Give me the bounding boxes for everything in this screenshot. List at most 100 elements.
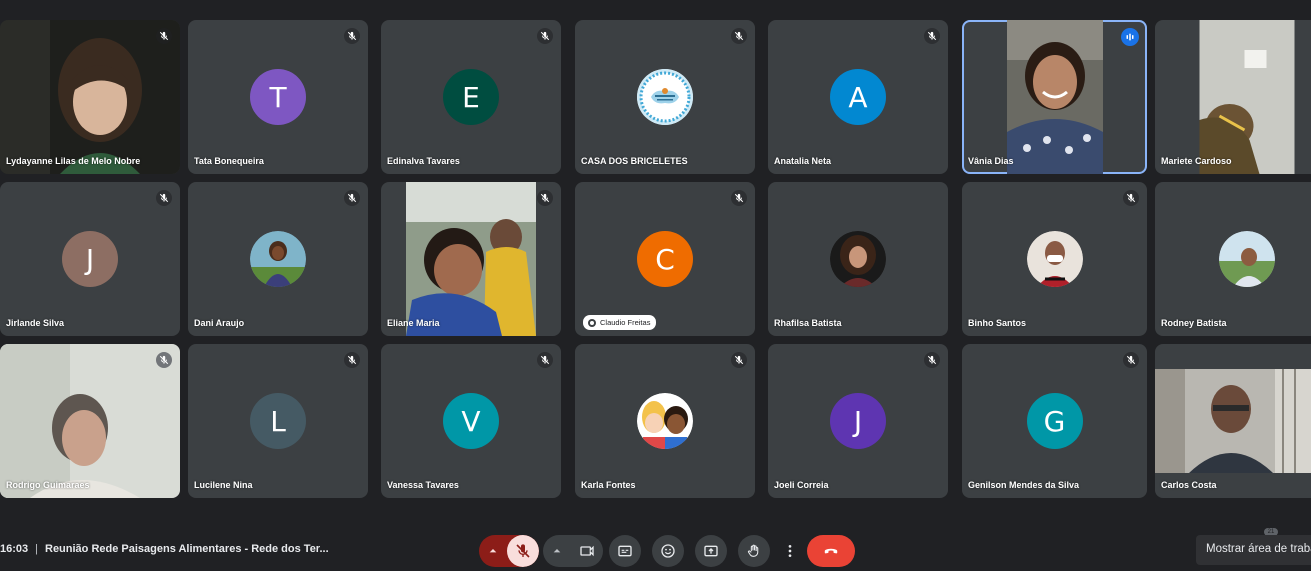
participant-name: Rodrigo Guimaraes <box>6 480 90 490</box>
participant-avatar: L <box>250 393 306 449</box>
meeting-details: 16:03 | Reunião Rede Paisagens Alimentares… <box>0 543 329 555</box>
brand-logo <box>637 69 693 125</box>
participant-name: Mariete Cardoso <box>1161 156 1232 166</box>
participant-tile[interactable]: G Genilson Mendes da Silva <box>962 344 1147 498</box>
participant-tile[interactable]: Rodney Batista <box>1155 182 1311 336</box>
participant-avatar: J <box>62 231 118 287</box>
participant-tile[interactable]: Carlos Costa <box>1155 344 1311 498</box>
participant-name: Binho Santos <box>968 318 1026 328</box>
participant-name: Lucilene Nina <box>194 480 253 490</box>
participant-tile[interactable]: V Vanessa Tavares <box>381 344 561 498</box>
participant-tile[interactable]: C Claudio Freitas <box>575 182 755 336</box>
participant-name: Anatalia Neta <box>774 156 832 166</box>
participant-tile[interactable]: A Anatalia Neta <box>768 20 948 174</box>
more-options-button[interactable] <box>778 535 802 567</box>
participant-avatar: V <box>443 393 499 449</box>
participant-photo <box>637 393 693 449</box>
camera-control <box>543 535 603 567</box>
participant-tile[interactable]: T Tata Bonequeira <box>188 20 368 174</box>
participant-photo <box>1219 231 1275 287</box>
participant-name: Vanessa Tavares <box>387 480 459 490</box>
mic-off-icon <box>156 190 172 206</box>
participant-tile[interactable]: CASA DOS BRICELETES <box>575 20 755 174</box>
raise-hand-button[interactable] <box>738 535 770 567</box>
participant-tile[interactable]: Binho Santos <box>962 182 1147 336</box>
mic-off-icon <box>537 352 553 368</box>
participant-video <box>406 182 536 336</box>
leave-call-button[interactable] <box>807 535 855 567</box>
participant-name: Carlos Costa <box>1161 480 1217 490</box>
participant-avatar: T <box>250 69 306 125</box>
participant-name: Dani Araujo <box>194 318 245 328</box>
participant-name: Eliane Maria <box>387 318 440 328</box>
video-options-button[interactable] <box>543 535 571 567</box>
mic-off-icon <box>156 28 172 44</box>
participant-name: Tata Bonequeira <box>194 156 264 166</box>
show-desktop-tooltip: Mostrar área de trabalho <box>1196 535 1311 565</box>
mic-off-icon <box>924 352 940 368</box>
call-end-icon <box>824 548 838 554</box>
participant-tile-active-speaker[interactable]: Vânia Dias <box>962 20 1147 174</box>
participant-name: Genilson Mendes da Silva <box>968 480 1080 490</box>
participant-name: Karla Fontes <box>581 480 636 490</box>
participant-tile[interactable]: Mariete Cardoso <box>1155 20 1311 174</box>
camera-toggle-button[interactable] <box>571 535 603 567</box>
participant-tile[interactable]: J Jirlande Silva <box>0 182 180 336</box>
participant-name: Joeli Correia <box>774 480 829 490</box>
participant-photo <box>250 231 306 287</box>
send-reaction-button[interactable] <box>652 535 684 567</box>
participant-tile[interactable]: Lydayanne Lilas de Melo Nobre <box>0 20 180 174</box>
mic-off-icon <box>731 352 747 368</box>
videocam-icon <box>580 545 594 557</box>
present-now-button[interactable] <box>695 535 727 567</box>
mic-off-icon <box>537 28 553 44</box>
mic-off-icon <box>1123 352 1139 368</box>
meeting-time: 16:03 <box>0 543 29 555</box>
participant-video <box>1155 369 1311 473</box>
emoji-icon <box>661 544 675 558</box>
participant-name: Jirlande Silva <box>6 318 65 328</box>
participant-tile[interactable]: Rhafilsa Batista <box>768 182 948 336</box>
captions-button[interactable] <box>609 535 641 567</box>
mic-off-icon <box>537 190 553 206</box>
participant-name: Vânia Dias <box>968 156 1014 166</box>
participant-photo <box>1026 231 1083 287</box>
captions-icon <box>618 545 632 557</box>
mic-off-icon <box>1123 190 1139 206</box>
mic-off-icon <box>344 190 360 206</box>
mic-off-icon <box>731 28 747 44</box>
participant-video <box>1199 20 1295 174</box>
mic-off-icon <box>344 28 360 44</box>
raise-hand-icon <box>747 544 759 557</box>
participant-tile[interactable]: J Joeli Correia <box>768 344 948 498</box>
mic-off-icon <box>516 544 530 558</box>
meet-call-window: Lydayanne Lilas de Melo Nobre T Tata Bon… <box>0 0 1311 571</box>
participant-name: CASA DOS BRICELETES <box>581 156 688 166</box>
participant-video <box>1006 20 1103 174</box>
present-icon <box>704 545 718 557</box>
microphone-control <box>479 535 539 567</box>
microphone-toggle-button[interactable] <box>507 535 539 567</box>
participant-tile[interactable]: Eliane Maria <box>381 182 561 336</box>
participant-tile[interactable]: L Lucilene Nina <box>188 344 368 498</box>
mic-off-icon <box>924 28 940 44</box>
participant-name: Lydayanne Lilas de Melo Nobre <box>6 156 141 166</box>
participant-avatar: C <box>637 231 693 287</box>
participant-avatar: J <box>830 393 886 449</box>
participant-name: Claudio Freitas <box>600 318 651 327</box>
meeting-separator: | <box>35 543 38 555</box>
audio-options-button[interactable] <box>479 535 507 567</box>
participant-tile[interactable]: Rodrigo Guimaraes <box>0 344 180 498</box>
participant-tile[interactable]: E Edinalva Tavares <box>381 20 561 174</box>
participant-name: Rhafilsa Batista <box>774 318 842 328</box>
participant-video <box>0 20 180 174</box>
participant-photo <box>830 231 886 287</box>
participant-tile[interactable]: Dani Araujo <box>188 182 368 336</box>
participant-avatar: E <box>443 69 499 125</box>
user-icon <box>588 318 596 327</box>
chevron-up-icon <box>489 549 497 553</box>
mic-off-icon <box>731 190 747 206</box>
participant-tile[interactable]: Karla Fontes <box>575 344 755 498</box>
mic-off-icon <box>156 352 172 368</box>
participant-name: Rodney Batista <box>1161 318 1227 328</box>
